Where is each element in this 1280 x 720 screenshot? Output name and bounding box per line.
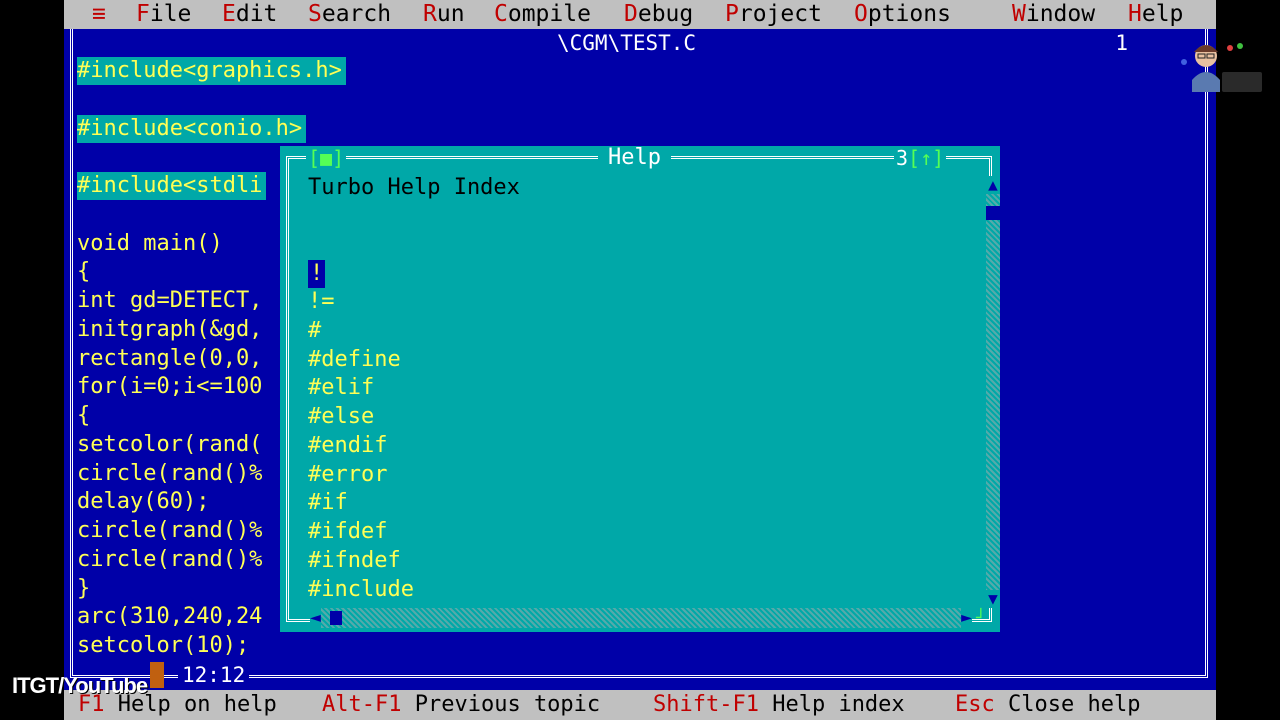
shortcut-key: Alt-F1 bbox=[322, 692, 402, 717]
menu-window[interactable]: Window bbox=[1012, 0, 1095, 29]
shortcut-label: Help index bbox=[772, 692, 905, 717]
menu-label: elp bbox=[1141, 1, 1184, 27]
status-previous-topic[interactable]: Alt-F1 Previous topic bbox=[322, 690, 600, 720]
help-topic-link[interactable]: # bbox=[308, 317, 321, 345]
shortcut-key: Esc bbox=[955, 692, 995, 717]
menu-hotkey: P bbox=[725, 1, 739, 27]
code-line[interactable]: #include<conio.h> bbox=[77, 115, 307, 143]
menu-bar: ≡ File Edit Search Run Compile Debug Pro… bbox=[64, 0, 1216, 29]
menu-options[interactable]: Options bbox=[854, 0, 951, 29]
code-line[interactable]: circle(rand()% bbox=[77, 546, 262, 574]
help-topic-link[interactable]: #endif bbox=[308, 432, 387, 460]
menu-label: roject bbox=[738, 1, 822, 27]
menu-label: ile bbox=[149, 1, 192, 27]
scroll-up-arrow-icon[interactable]: ▲ bbox=[986, 176, 1000, 194]
menu-label: earch bbox=[321, 1, 392, 27]
help-window[interactable]: [■] Help 3[↑] Turbo Help Index ! != # #d… bbox=[280, 146, 1000, 632]
code-line[interactable]: { bbox=[77, 402, 90, 430]
menu-hotkey: D bbox=[624, 1, 638, 27]
code-line[interactable]: delay(60); bbox=[77, 488, 209, 516]
status-bar: F1 Help on help Alt-F1 Previous topic Sh… bbox=[64, 690, 1216, 720]
menu-compile[interactable]: Compile bbox=[494, 0, 591, 29]
menu-hotkey: S bbox=[308, 1, 322, 27]
menu-debug[interactable]: Debug bbox=[624, 0, 693, 29]
help-topic-link[interactable]: #error bbox=[308, 461, 387, 489]
menu-help[interactable]: Help bbox=[1128, 0, 1183, 29]
vertical-scroll-thumb[interactable] bbox=[986, 206, 1000, 220]
zoom-icon[interactable]: [↑] bbox=[908, 146, 944, 170]
code-line[interactable]: setcolor(10); bbox=[77, 632, 249, 660]
menu-hotkey: H bbox=[1128, 1, 1142, 27]
menu-label: ptions bbox=[867, 1, 951, 27]
help-topic-link[interactable]: #ifndef bbox=[308, 547, 401, 575]
menu-run[interactable]: Run bbox=[423, 0, 465, 29]
menu-hotkey: E bbox=[222, 1, 236, 27]
horizontal-scrollbar[interactable]: ◄ ► bbox=[310, 608, 972, 628]
scroll-left-arrow-icon[interactable]: ◄ bbox=[310, 608, 321, 628]
scroll-right-arrow-icon[interactable]: ► bbox=[961, 608, 972, 628]
menu-hotkey: R bbox=[423, 1, 437, 27]
help-window-title: Help bbox=[598, 146, 671, 170]
menu-label: ompile bbox=[507, 1, 591, 27]
help-window-controls: 3[↑] bbox=[894, 146, 947, 170]
code-line[interactable]: rectangle(0,0, bbox=[77, 345, 262, 373]
code-line[interactable]: arc(310,240,24 bbox=[77, 603, 262, 631]
code-line[interactable]: setcolor(rand( bbox=[77, 431, 262, 459]
code-line[interactable]: initgraph(&gd, bbox=[77, 316, 262, 344]
help-topic-link[interactable]: #ifdef bbox=[308, 518, 387, 546]
help-index-heading: Turbo Help Index bbox=[308, 175, 520, 200]
help-topic-link[interactable]: ! bbox=[308, 260, 326, 288]
help-topic-link[interactable]: #else bbox=[308, 403, 374, 431]
horizontal-scroll-thumb[interactable] bbox=[330, 611, 342, 625]
system-menu-icon[interactable]: ≡ bbox=[92, 0, 106, 29]
help-window-number: 3 bbox=[896, 146, 909, 170]
menu-hotkey: O bbox=[854, 1, 868, 27]
status-indicator bbox=[150, 662, 164, 688]
help-topic-link[interactable]: != bbox=[308, 288, 335, 316]
cursor-position: 12:12 bbox=[178, 662, 250, 688]
shortcut-label: Previous topic bbox=[414, 692, 601, 717]
turbo-c-ide-screen: ≡ File Edit Search Run Compile Debug Pro… bbox=[64, 0, 1216, 720]
code-line[interactable]: #include<stdli bbox=[77, 172, 267, 200]
code-line[interactable]: circle(rand()% bbox=[77, 460, 262, 488]
help-topic-link[interactable]: #define bbox=[308, 346, 401, 374]
menu-search[interactable]: Search bbox=[308, 0, 391, 29]
menu-label: un bbox=[436, 1, 465, 27]
code-line[interactable]: circle(rand()% bbox=[77, 517, 262, 545]
help-topic-link[interactable]: #if bbox=[308, 489, 348, 517]
menu-file[interactable]: File bbox=[136, 0, 191, 29]
menu-hotkey: W bbox=[1012, 1, 1026, 27]
code-line[interactable]: { bbox=[77, 258, 90, 286]
editor-window-number: 1 bbox=[1111, 30, 1132, 56]
channel-watermark: ITGT/YouTube bbox=[12, 673, 148, 698]
code-line[interactable]: void main() bbox=[77, 230, 223, 258]
menu-hotkey: C bbox=[494, 1, 508, 27]
resize-corner-icon[interactable]: ┘ bbox=[976, 608, 994, 628]
help-topic-link[interactable]: #include bbox=[308, 576, 414, 604]
menu-project[interactable]: Project bbox=[725, 0, 822, 29]
close-icon: [■] bbox=[308, 146, 345, 170]
shortcut-label: Close help bbox=[1008, 692, 1141, 717]
help-topic-link[interactable]: #elif bbox=[308, 374, 374, 402]
presenter-avatar-icon bbox=[1181, 43, 1262, 92]
code-line[interactable]: } bbox=[77, 575, 90, 603]
menu-hotkey: F bbox=[136, 1, 150, 27]
code-line[interactable]: int gd=DETECT, bbox=[77, 287, 262, 315]
editor-window-title: \CGM\TEST.C bbox=[549, 30, 705, 56]
shortcut-key: Shift-F1 bbox=[653, 692, 759, 717]
status-close-help[interactable]: Esc Close help bbox=[955, 690, 1140, 720]
menu-edit[interactable]: Edit bbox=[222, 0, 277, 29]
menu-label: indow bbox=[1025, 1, 1096, 27]
menu-label: dit bbox=[235, 1, 278, 27]
code-line[interactable]: for(i=0;i<=100 bbox=[77, 373, 262, 401]
help-close-button[interactable]: [■] bbox=[306, 146, 347, 170]
scroll-down-arrow-icon[interactable]: ▼ bbox=[986, 590, 1000, 608]
code-line[interactable]: #include<graphics.h> bbox=[77, 57, 346, 85]
menu-label: ebug bbox=[637, 1, 694, 27]
status-help-index[interactable]: Shift-F1 Help index bbox=[653, 690, 905, 720]
vertical-scrollbar[interactable]: ▲ ▼ bbox=[986, 176, 1000, 608]
